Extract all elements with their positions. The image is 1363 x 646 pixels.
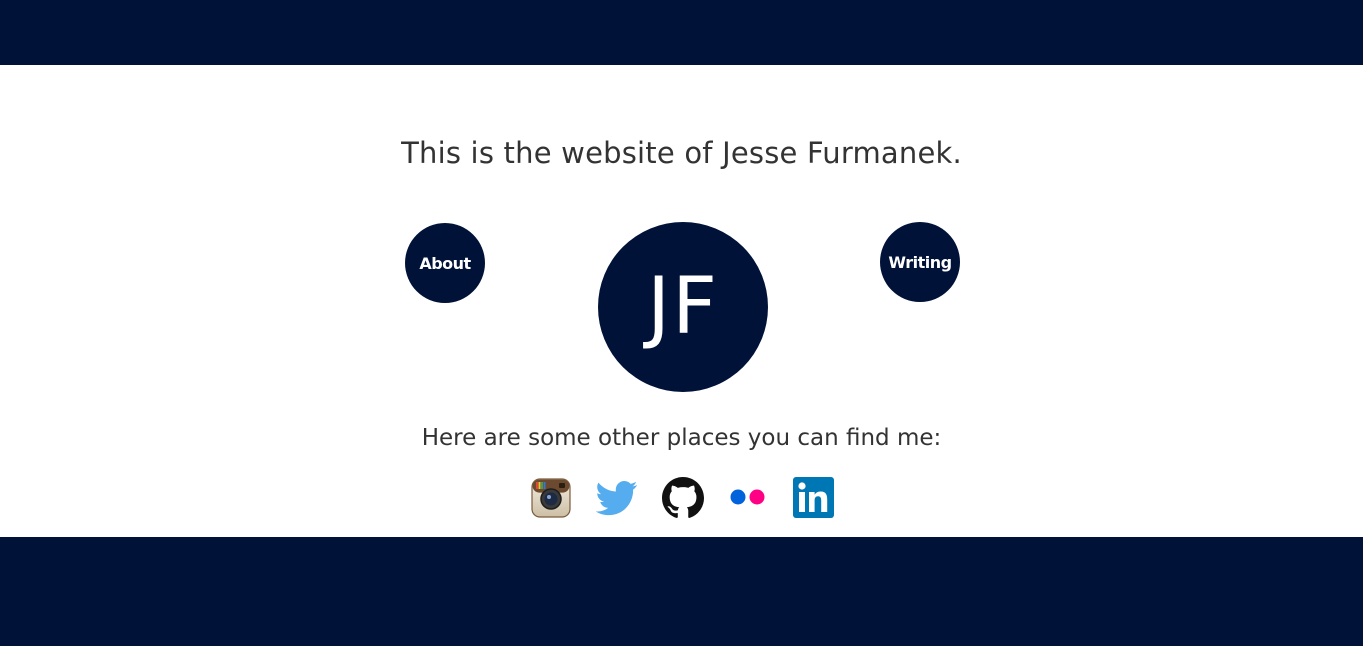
instagram-link[interactable] <box>530 477 572 519</box>
github-link[interactable] <box>662 477 704 519</box>
instagram-icon <box>531 478 571 518</box>
top-banner <box>0 0 1363 65</box>
twitter-link[interactable] <box>596 477 638 519</box>
logo-monogram: JF <box>647 262 719 352</box>
about-button-label: About <box>419 253 471 273</box>
logo-home-button[interactable]: JF <box>598 222 768 392</box>
writing-button-label: Writing <box>888 252 952 272</box>
page-title: This is the website of Jesse Furmanek. <box>401 136 962 170</box>
about-button[interactable]: About <box>405 223 485 303</box>
github-icon <box>662 477 704 518</box>
twitter-icon <box>596 481 638 516</box>
flickr-link[interactable] <box>727 477 769 519</box>
linkedin-link[interactable] <box>792 477 834 519</box>
linkedin-icon <box>793 477 834 518</box>
social-intro: Here are some other places you can find … <box>421 425 942 451</box>
bottom-banner <box>0 537 1363 646</box>
writing-button[interactable]: Writing <box>880 222 960 302</box>
flickr-icon <box>730 489 765 505</box>
